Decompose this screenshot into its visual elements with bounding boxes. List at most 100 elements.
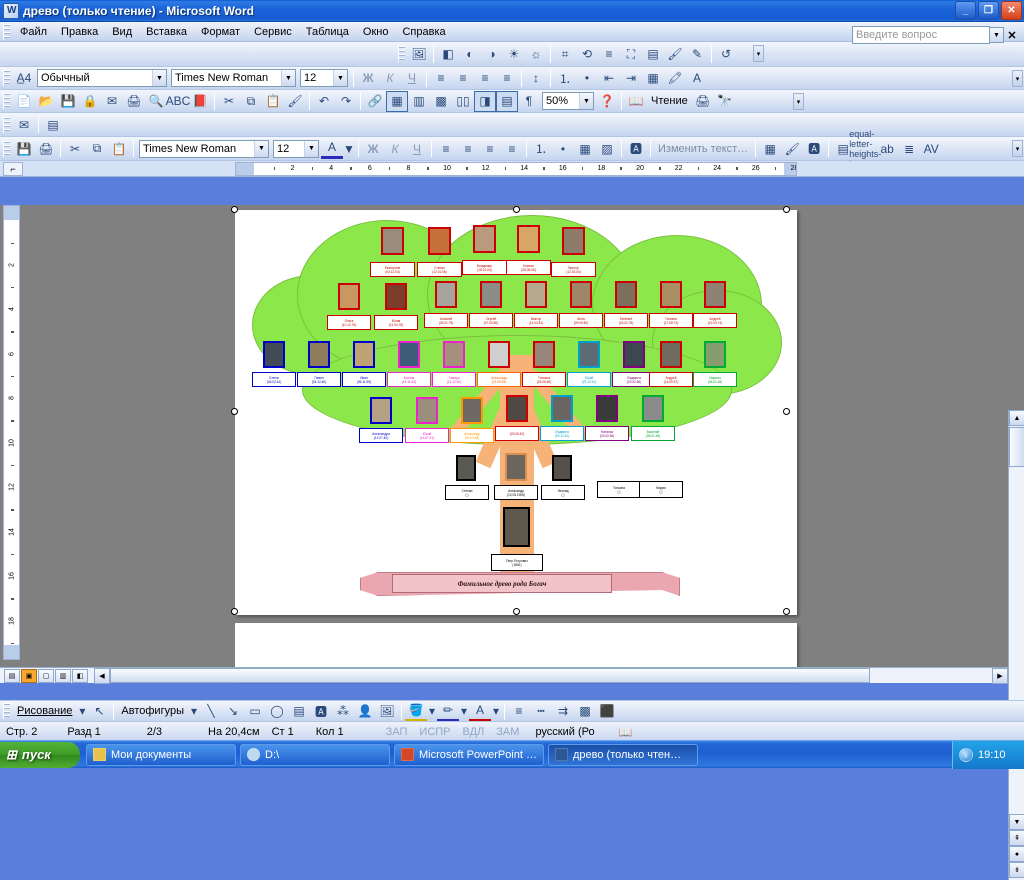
person-photo[interactable] bbox=[370, 397, 392, 424]
permission-icon[interactable]: 🔒 bbox=[79, 91, 101, 112]
person-label[interactable]: Тамара (21.12.52) bbox=[432, 372, 476, 387]
menu-item-view[interactable]: Вид bbox=[105, 24, 139, 40]
chevron-down-icon[interactable]: ▼ bbox=[304, 141, 318, 157]
view-buttons[interactable]: ▤ ▣ ▢ ▥ ◧ bbox=[0, 669, 88, 683]
format-painter-icon[interactable]: 🖌 bbox=[284, 91, 306, 112]
person-photo[interactable] bbox=[704, 341, 726, 368]
shading-icon[interactable]: ▨ bbox=[596, 138, 618, 159]
taskbar-item-drive-d[interactable]: D:\ bbox=[240, 744, 390, 766]
copy-icon[interactable]: ⧉ bbox=[240, 91, 262, 112]
person-photo[interactable] bbox=[385, 283, 407, 310]
increase-indent-icon[interactable]: ⇥ bbox=[620, 68, 642, 89]
compress-picture-icon[interactable]: ⛶ bbox=[620, 44, 642, 65]
align-right-icon-2[interactable]: ≡ bbox=[479, 138, 501, 159]
hyperlink-icon[interactable]: 🔗 bbox=[364, 91, 386, 112]
insert-picture-icon[interactable]: 🖼 bbox=[408, 44, 430, 65]
chevron-down-icon[interactable]: ▼ bbox=[343, 138, 355, 159]
chevron-down-icon[interactable]: ▼ bbox=[152, 70, 166, 86]
chevron-down-icon[interactable]: ▼ bbox=[579, 93, 593, 109]
highlight-icon[interactable]: 🖍 bbox=[664, 68, 686, 89]
person-label[interactable]: Наталья (03.02.56) bbox=[585, 426, 629, 441]
wordart-italic-button[interactable]: К bbox=[384, 138, 406, 159]
horizontal-scroll-thumb[interactable] bbox=[110, 668, 870, 683]
person-label[interactable]: Анна (09.09.82) bbox=[559, 313, 603, 328]
open-icon[interactable]: 📂 bbox=[35, 91, 57, 112]
clock[interactable]: 19:10 bbox=[978, 749, 1006, 761]
menu-item-edit[interactable]: Правка bbox=[54, 24, 105, 40]
font-color-icon[interactable]: A bbox=[686, 68, 708, 89]
text-box-icon[interactable]: ▤ bbox=[288, 701, 310, 722]
person-label[interactable]: Елена (06.02.61) bbox=[252, 372, 296, 387]
person-photo[interactable] bbox=[435, 281, 457, 308]
wordart-shape-icon[interactable]: 🅰 bbox=[803, 138, 825, 159]
wordart-gallery-icon[interactable]: 🅰 bbox=[625, 138, 647, 159]
line-spacing-icon[interactable]: ↕ bbox=[525, 68, 547, 89]
font-color-icon-2[interactable]: A bbox=[321, 138, 343, 159]
insert-excel-icon[interactable]: ▩ bbox=[430, 91, 452, 112]
format-wordart-icon[interactable]: 🖌 bbox=[781, 138, 803, 159]
taskbar-item-word[interactable]: древо (только чтен… bbox=[548, 744, 698, 766]
person-label[interactable]: Александра (12.07.40) bbox=[359, 428, 403, 443]
person-photo[interactable] bbox=[308, 341, 330, 368]
person-label[interactable]: Андрей (14.09.57) bbox=[649, 372, 693, 387]
font-size-combo[interactable]: 12 ▼ bbox=[300, 69, 348, 87]
save-icon-2[interactable]: 💾 bbox=[13, 138, 35, 159]
person-label[interactable]: Александр (01.09.53) bbox=[477, 372, 521, 387]
tab-stop-icon[interactable]: ⌐ bbox=[3, 162, 23, 176]
taskbar-item-my-documents[interactable]: Мои документы bbox=[86, 744, 236, 766]
wordart-size-combo[interactable]: 12 ▼ bbox=[273, 140, 319, 158]
drawing-icon[interactable]: ◨ bbox=[474, 91, 496, 112]
person-label[interactable]: Людмила (29.12.51) bbox=[540, 426, 584, 441]
wordart-icon[interactable]: 🅰 bbox=[310, 701, 332, 722]
person-label[interactable]: Сергей (07.05.80) bbox=[469, 313, 513, 328]
chevron-down-icon[interactable]: ▾ bbox=[427, 701, 437, 722]
numbered-list-icon[interactable]: ⒈ bbox=[554, 68, 576, 89]
person-photo[interactable] bbox=[443, 341, 465, 368]
style-icon[interactable]: A̲4 bbox=[13, 68, 35, 89]
standard-toolbar-grip[interactable] bbox=[3, 93, 10, 109]
previous-page-button[interactable]: ⇞ bbox=[1009, 830, 1024, 846]
picture-icon[interactable]: 🖼 bbox=[376, 701, 398, 722]
new-icon[interactable]: 📄 bbox=[13, 91, 35, 112]
selection-handle-bc[interactable] bbox=[513, 608, 520, 615]
chevron-down-icon[interactable]: ▼ bbox=[333, 70, 347, 86]
reading-layout-label[interactable]: Чтение bbox=[647, 95, 692, 107]
person-label[interactable]: Леонид ( ) bbox=[541, 485, 585, 500]
person-label[interactable]: Мария ( ) bbox=[639, 481, 683, 498]
person-label[interactable]: Ольга (10.12.76) bbox=[327, 315, 371, 330]
picture-toolbar-grip[interactable] bbox=[398, 46, 405, 62]
ask-a-question-box[interactable]: Введите вопрос ▼ ✕ bbox=[852, 26, 1020, 44]
justify-icon-2[interactable]: ≡ bbox=[501, 138, 523, 159]
person-photo[interactable] bbox=[517, 225, 540, 253]
more-brightness-icon[interactable]: ☀ bbox=[503, 44, 525, 65]
vertical-text-icon[interactable]: ab bbox=[876, 138, 898, 159]
mail-icon[interactable]: ✉ bbox=[101, 91, 123, 112]
ask-a-question-input[interactable]: Введите вопрос bbox=[852, 26, 990, 44]
text-wrapping-icon[interactable]: ▤ bbox=[642, 44, 664, 65]
spelling-status-icon[interactable]: 📖 bbox=[601, 726, 639, 739]
align-left-icon[interactable]: ≡ bbox=[430, 68, 452, 89]
person-photo[interactable] bbox=[506, 395, 528, 422]
style-combo[interactable]: Обычный ▼ bbox=[37, 69, 167, 87]
font-color-icon-3[interactable]: A bbox=[469, 701, 491, 722]
scroll-left-button[interactable]: ◀ bbox=[94, 668, 110, 684]
close-icon[interactable]: ✕ bbox=[1004, 29, 1020, 42]
scroll-down-button[interactable]: ▼ bbox=[1009, 814, 1024, 830]
selection-handle-br[interactable] bbox=[783, 608, 790, 615]
align-center-icon-2[interactable]: ≡ bbox=[457, 138, 479, 159]
person-photo[interactable] bbox=[660, 281, 682, 308]
underline-button[interactable]: Ч bbox=[401, 68, 423, 89]
menu-item-help[interactable]: Справка bbox=[395, 24, 452, 40]
person-photo[interactable] bbox=[456, 455, 476, 481]
document-page[interactable]: Екатерина (04.12.03) Степан (12.01.06) В… bbox=[235, 210, 797, 615]
redo-icon[interactable]: ↷ bbox=[335, 91, 357, 112]
status-ovr[interactable]: ЗАМ bbox=[490, 726, 525, 738]
drawing-toolbar-grip[interactable] bbox=[3, 703, 10, 719]
print-preview-icon[interactable]: 🔍 bbox=[145, 91, 167, 112]
print-icon[interactable]: 🖨 bbox=[123, 91, 145, 112]
person-photo[interactable] bbox=[473, 225, 496, 253]
help-icon[interactable]: ❓ bbox=[596, 91, 618, 112]
copy-icon-2[interactable]: ⧉ bbox=[86, 138, 108, 159]
person-photo[interactable] bbox=[704, 281, 726, 308]
person-photo[interactable] bbox=[615, 281, 637, 308]
